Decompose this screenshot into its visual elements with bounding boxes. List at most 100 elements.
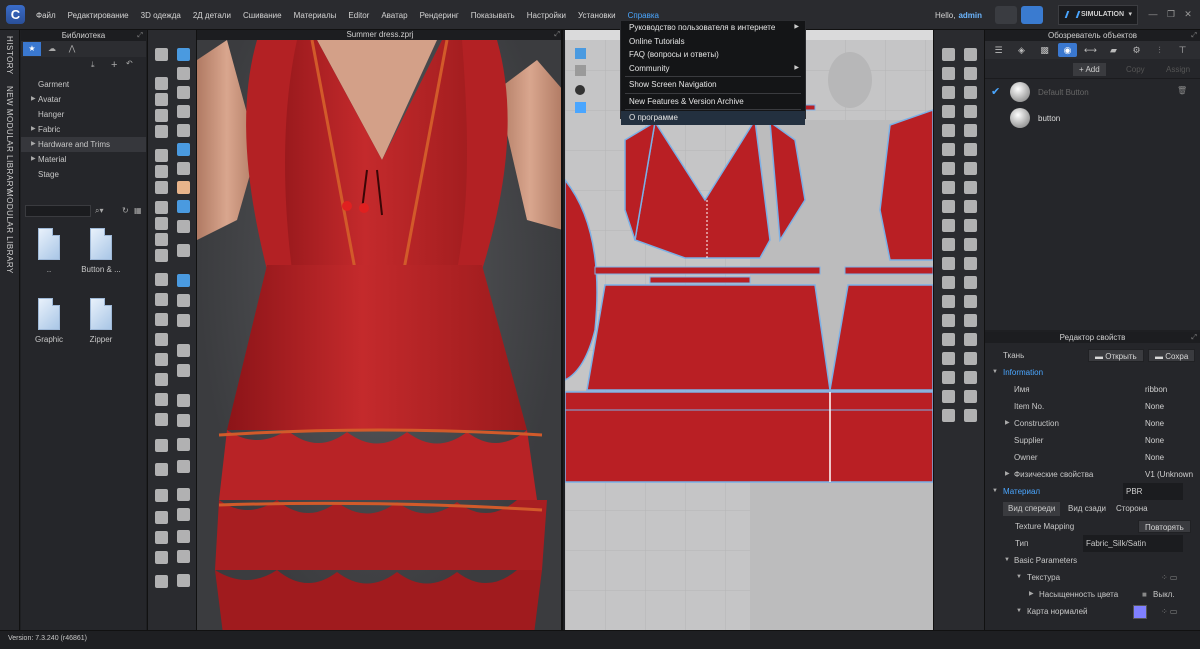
tool-icon[interactable] bbox=[155, 77, 168, 90]
material-type-select[interactable]: PBR bbox=[1123, 483, 1183, 500]
tool-icon[interactable] bbox=[942, 67, 955, 80]
normal-map-swatch[interactable] bbox=[1133, 605, 1147, 619]
chevron-right-icon[interactable]: ▶ bbox=[1005, 415, 1010, 432]
property-value[interactable]: None bbox=[1145, 415, 1164, 432]
property-value[interactable]: None bbox=[1145, 432, 1164, 449]
fabric-type-select[interactable]: Fabric_Silk/Satin bbox=[1083, 535, 1183, 552]
tool-icon[interactable] bbox=[155, 217, 168, 230]
library-tree-item[interactable]: Hanger bbox=[21, 107, 146, 122]
tool-icon[interactable] bbox=[964, 162, 977, 175]
tab-side[interactable]: Сторона bbox=[1111, 502, 1153, 516]
tool-icon[interactable] bbox=[177, 460, 190, 473]
tool-icon[interactable] bbox=[964, 86, 977, 99]
tool-icon[interactable] bbox=[964, 390, 977, 403]
tab-back[interactable]: Вид сзади bbox=[1063, 502, 1111, 516]
menu-item[interactable]: 2Д детали bbox=[187, 11, 237, 20]
library-tree-item[interactable]: ▶ Hardware and Trims bbox=[21, 137, 146, 152]
menu-item[interactable]: Показывать bbox=[465, 11, 521, 20]
grid-view-icon[interactable]: ▦ bbox=[134, 206, 142, 215]
menu-item[interactable]: Editor bbox=[342, 11, 375, 20]
open-button[interactable]: ▬ Открыть bbox=[1088, 349, 1144, 362]
tool-icon[interactable] bbox=[155, 48, 168, 61]
simulation-button[interactable]: SIMULATION ▾ bbox=[1058, 5, 1138, 25]
tool-icon[interactable] bbox=[155, 273, 168, 286]
tool-icon[interactable] bbox=[964, 219, 977, 232]
chevron-down-icon[interactable]: ▼ bbox=[1016, 569, 1022, 586]
tool-icon[interactable] bbox=[942, 124, 955, 137]
tool-icon[interactable] bbox=[155, 551, 168, 564]
help-menu-item[interactable]: О программе bbox=[621, 111, 805, 125]
add-button[interactable]: + Add bbox=[1073, 63, 1106, 76]
tool-icon[interactable] bbox=[177, 181, 190, 194]
tool-icon[interactable] bbox=[155, 531, 168, 544]
tool-icon[interactable] bbox=[177, 550, 190, 563]
help-menu-item[interactable]: FAQ (вопросы и ответы) bbox=[621, 48, 805, 62]
tool-icon[interactable] bbox=[942, 219, 955, 232]
expand-icon[interactable]: ⤢ bbox=[137, 30, 143, 41]
tool-icon[interactable] bbox=[155, 353, 168, 366]
chevron-down-icon[interactable]: ▾ bbox=[1128, 6, 1132, 24]
texture-row[interactable]: ▼ Текстура ⁘ ▭ bbox=[985, 569, 1200, 586]
menu-item[interactable]: Редактирование bbox=[62, 11, 135, 20]
hanger-library-icon[interactable]: ⋀ bbox=[63, 42, 81, 56]
menu-item[interactable]: 3D одежда bbox=[135, 11, 187, 20]
property-value[interactable]: V1 (Unknown bbox=[1145, 466, 1193, 483]
tool-icon[interactable] bbox=[964, 143, 977, 156]
chevron-right-icon[interactable]: ▶ bbox=[31, 92, 36, 107]
tool-icon[interactable] bbox=[942, 200, 955, 213]
minimize-icon[interactable]: — bbox=[1148, 9, 1158, 19]
chevron-right-icon[interactable]: ▶ bbox=[31, 137, 36, 152]
tool-icon[interactable] bbox=[942, 143, 955, 156]
avatar-dress-render[interactable] bbox=[197, 30, 563, 630]
material-section[interactable]: ▼ Материал PBR bbox=[985, 483, 1200, 500]
tool-icon[interactable] bbox=[155, 463, 168, 476]
tool-icon[interactable] bbox=[942, 333, 955, 346]
tool-icon[interactable] bbox=[942, 314, 955, 327]
help-menu-item[interactable]: New Features & Version Archive bbox=[621, 95, 805, 109]
tool-icon[interactable] bbox=[964, 200, 977, 213]
library-tree-item[interactable]: ▶ Fabric bbox=[21, 122, 146, 137]
add-icon[interactable]: + bbox=[111, 59, 117, 71]
camera-icon[interactable] bbox=[995, 6, 1017, 24]
expand-icon[interactable]: ⤢ bbox=[554, 30, 560, 40]
tool-icon[interactable] bbox=[964, 333, 977, 346]
tool-icon[interactable] bbox=[177, 344, 190, 357]
tool-icon[interactable] bbox=[177, 294, 190, 307]
button-icon[interactable]: ◉ bbox=[1058, 43, 1077, 57]
cloud-library-icon[interactable]: ☁ bbox=[43, 42, 61, 56]
zipper-icon[interactable]: ⫶ bbox=[1150, 43, 1169, 57]
tool-icon[interactable] bbox=[177, 67, 190, 80]
property-value[interactable]: None bbox=[1145, 398, 1164, 415]
tool-icon[interactable] bbox=[155, 439, 168, 452]
chevron-right-icon[interactable]: ▶ bbox=[1029, 586, 1034, 603]
tool-icon[interactable] bbox=[155, 373, 168, 386]
normal-map-options-icon[interactable]: ⁘ ▭ bbox=[1161, 603, 1177, 620]
tool-icon[interactable] bbox=[942, 352, 955, 365]
tool-icon[interactable] bbox=[155, 313, 168, 326]
menu-item[interactable]: Установки bbox=[572, 11, 622, 20]
cloud-icon[interactable] bbox=[1021, 6, 1043, 24]
search-icon[interactable]: ⌕▾ bbox=[95, 206, 104, 216]
trim-icon[interactable]: ⚙ bbox=[1127, 43, 1146, 57]
graphic-icon[interactable]: ▰ bbox=[1104, 43, 1123, 57]
tool-icon[interactable] bbox=[964, 257, 977, 270]
hanger-icon[interactable]: ⊤ bbox=[1173, 43, 1192, 57]
download-icon[interactable]: ⤓ bbox=[91, 60, 95, 70]
tool-icon[interactable] bbox=[177, 48, 190, 61]
tool-icon[interactable] bbox=[942, 86, 955, 99]
tool-icon[interactable] bbox=[964, 238, 977, 251]
library-file[interactable]: .. bbox=[24, 228, 74, 274]
tool-icon[interactable] bbox=[177, 162, 190, 175]
basic-params-row[interactable]: ▼ Basic Parameters bbox=[985, 552, 1200, 569]
saturation-checkbox[interactable]: ■ bbox=[1142, 586, 1147, 603]
close-icon[interactable]: ✕ bbox=[1183, 9, 1193, 19]
help-menu-item[interactable]: Online Tutorials bbox=[621, 35, 805, 49]
tab-front[interactable]: Вид спереди bbox=[1003, 502, 1061, 516]
tool-icon[interactable] bbox=[177, 364, 190, 377]
tool-icon[interactable] bbox=[177, 86, 190, 99]
user-name[interactable]: admin bbox=[958, 11, 982, 20]
library-tree-item[interactable]: Stage bbox=[21, 167, 146, 182]
tool-icon[interactable] bbox=[942, 409, 955, 422]
tab-modular-library[interactable]: MODULAR LIBRARY bbox=[5, 190, 14, 274]
tool-icon[interactable] bbox=[155, 109, 168, 122]
